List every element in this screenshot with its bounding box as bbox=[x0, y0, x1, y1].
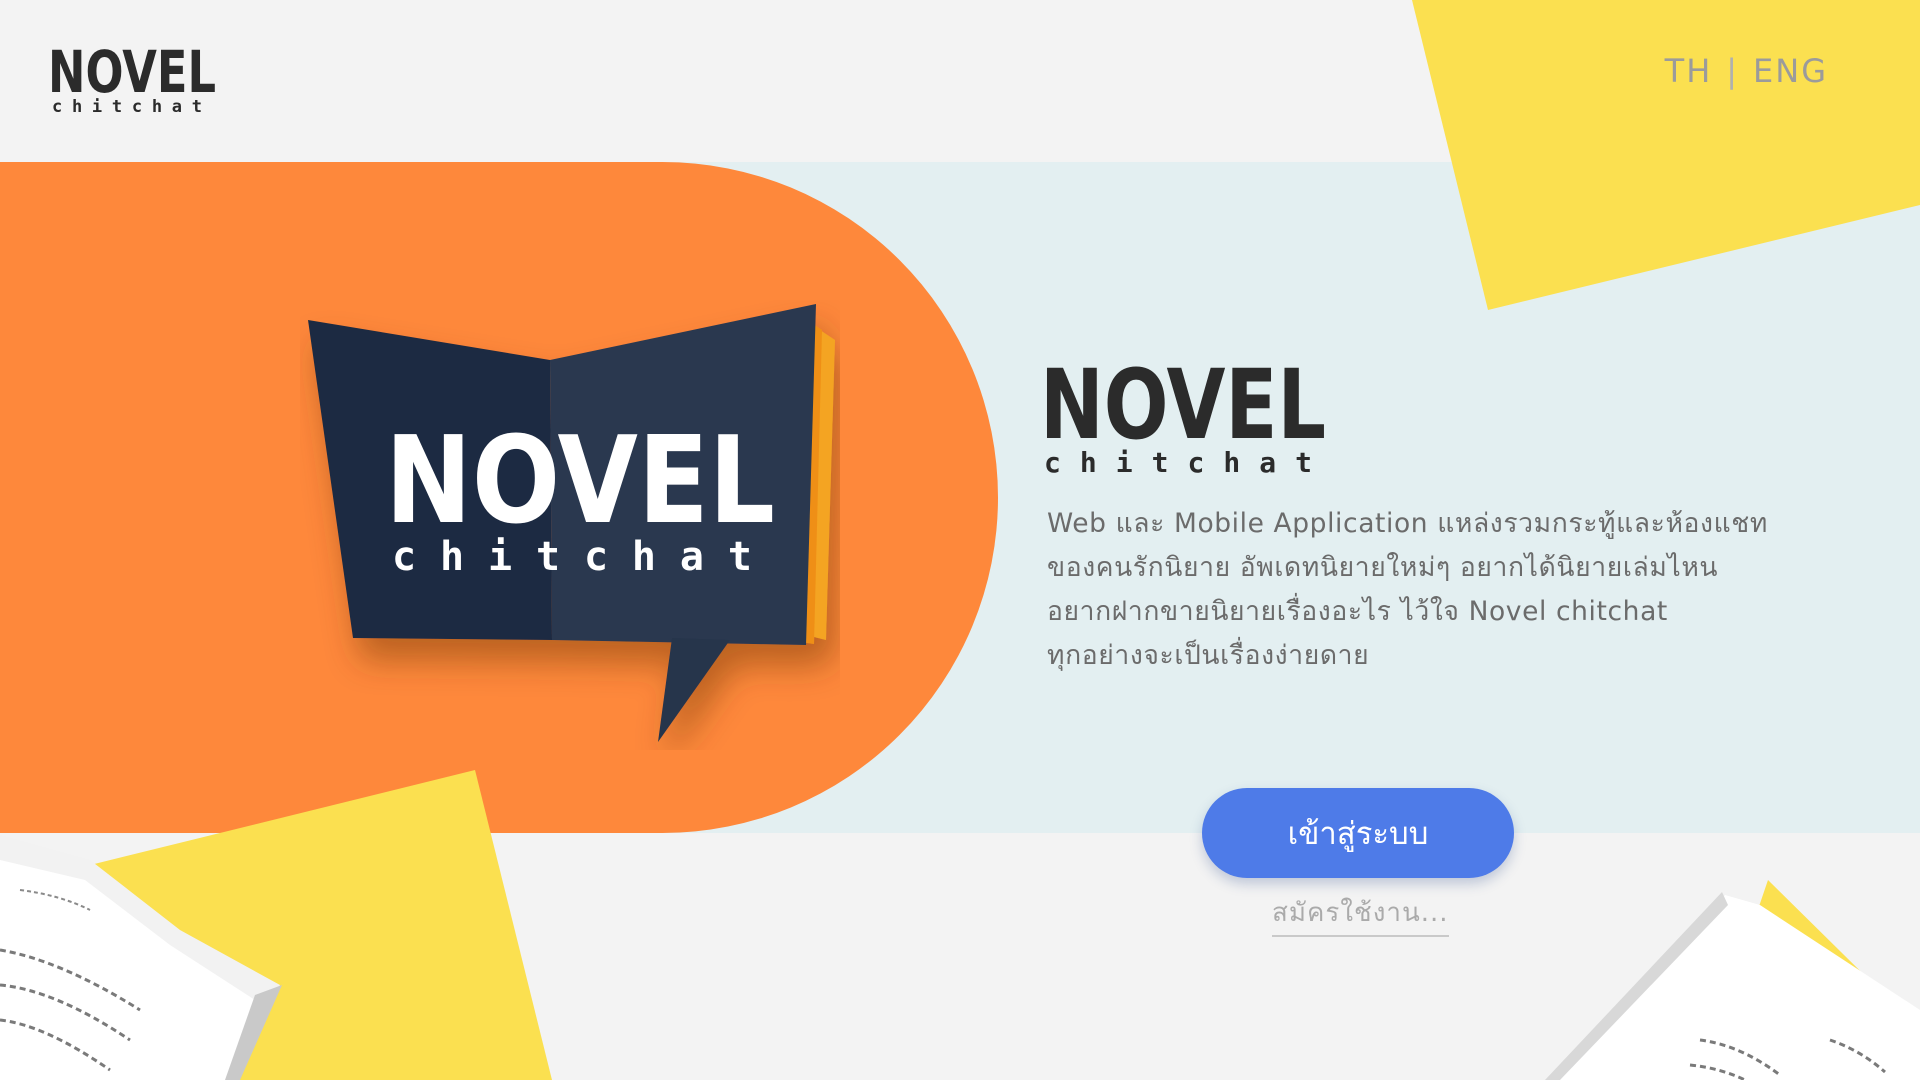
lang-th-link[interactable]: TH bbox=[1665, 52, 1713, 90]
speech-bubble-tail bbox=[658, 638, 730, 742]
login-button[interactable]: เข้าสู่ระบบ bbox=[1202, 788, 1514, 878]
signup-link[interactable]: สมัครใช้งาน... bbox=[1272, 892, 1449, 937]
description-line: อยากฝากขายนิยายเรื่องอะไร ไว้ใจ Novel ch… bbox=[1047, 596, 1668, 627]
description-line: ของคนรักนิยาย อัพเดทนิยายใหม่ๆ อยากได้นิ… bbox=[1047, 552, 1719, 583]
language-switch: TH | ENG bbox=[1665, 52, 1828, 90]
open-book-left-image bbox=[0, 835, 282, 1080]
lang-separator: | bbox=[1726, 52, 1740, 90]
lang-en-link[interactable]: ENG bbox=[1753, 52, 1828, 90]
open-book-right-image bbox=[1545, 892, 1920, 1080]
header-logo[interactable]: NOVEL chitchat bbox=[48, 34, 218, 118]
svg-text:NOVEL: NOVEL bbox=[48, 38, 216, 106]
book-chat-logo: NOVEL chitchat bbox=[308, 304, 835, 742]
svg-text:NOVEL: NOVEL bbox=[1040, 349, 1326, 461]
description-line: ทุกอย่างจะเป็นเรื่องง่ายดาย bbox=[1047, 640, 1370, 671]
description-line: Web และ Mobile Application แหล่งรวมกระทู… bbox=[1047, 508, 1768, 539]
hero-logo: NOVEL chitchat bbox=[1040, 349, 1326, 476]
yellow-shape-bottom-right bbox=[1700, 880, 1920, 1080]
landing-page: NOVEL chitchat TH | ENG NOVEL chitchat N… bbox=[0, 0, 1920, 1080]
hero-description: Web และ Mobile Application แหล่งรวมกระทู… bbox=[1047, 502, 1807, 678]
book-logo-title: NOVEL bbox=[385, 412, 775, 551]
